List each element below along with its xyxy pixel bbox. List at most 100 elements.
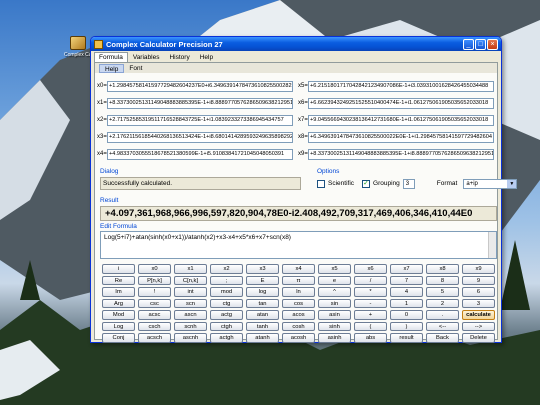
key-8-button[interactable]: 8 <box>426 275 459 285</box>
key-sym-4-7-button[interactable]: + <box>354 310 387 320</box>
variable-input[interactable]: +8.33730025131149048883885395E-1+i8.8889… <box>308 148 494 160</box>
key-abs-button[interactable]: abs <box>354 333 387 343</box>
key-9-button[interactable]: 9 <box>462 275 495 285</box>
tab-history[interactable]: History <box>164 52 194 62</box>
key-mod-button[interactable]: Mod <box>102 310 135 320</box>
key-2-button[interactable]: 2 <box>426 298 459 308</box>
key-sym-3-7-button[interactable]: - <box>354 298 387 308</box>
desktop-app-icon[interactable]: Complex Cal... <box>64 36 97 58</box>
key-sin-button[interactable]: sin <box>318 298 351 308</box>
key-i-button[interactable]: i <box>102 264 135 274</box>
variable-input[interactable]: +2.17621156185440268136513424E-1+i8.6801… <box>107 131 293 143</box>
key-tanh-button[interactable]: tanh <box>246 321 279 331</box>
key-acosh-button[interactable]: acosh <box>282 333 315 343</box>
tab-formula[interactable]: Formula <box>94 52 128 62</box>
variable-input[interactable]: +9.0455669430238136412731680E-1+i1.06127… <box>308 114 494 126</box>
key-x7-button[interactable]: x7 <box>390 264 423 274</box>
variable-input[interactable]: +2.71752585319511716528843725E-1+i1.0839… <box>107 114 293 126</box>
formula-scrollbar[interactable] <box>488 232 496 258</box>
tab-variables[interactable]: Variables <box>128 52 165 62</box>
tab-help[interactable]: Help <box>195 52 218 62</box>
key-result-button[interactable]: result <box>390 333 423 343</box>
key-tan-button[interactable]: tan <box>246 298 279 308</box>
menu-help[interactable]: Help <box>99 64 125 73</box>
key-x3-button[interactable]: x3 <box>246 264 279 274</box>
menu-font[interactable]: Font <box>124 64 147 73</box>
close-button[interactable]: × <box>487 38 498 50</box>
key-asinh-button[interactable]: asinh <box>318 333 351 343</box>
key-arg-button[interactable]: Arg <box>102 298 135 308</box>
key-scnh-button[interactable]: scnh <box>174 321 207 331</box>
key-sym-1-3-button[interactable]: ; <box>210 275 243 285</box>
key-1-button[interactable]: 1 <box>390 298 423 308</box>
key-5-button[interactable]: 5 <box>426 287 459 297</box>
key-int-button[interactable]: int <box>174 287 207 297</box>
key-sym-1-7-button[interactable]: / <box>354 275 387 285</box>
key-sym-2-6-button[interactable]: ^ <box>318 287 351 297</box>
key-log-button[interactable]: Log <box>102 321 135 331</box>
key-scn-button[interactable]: scn <box>174 298 207 308</box>
key-x6-button[interactable]: x6 <box>354 264 387 274</box>
grouping-checkbox[interactable]: ✓ <box>362 179 371 188</box>
key-back-button[interactable]: Back <box>426 333 459 343</box>
key-p-n-k-button[interactable]: P[n,k] <box>138 275 171 285</box>
minimize-button[interactable]: _ <box>463 38 474 50</box>
key-0-button[interactable]: 0 <box>390 310 423 320</box>
key-acsch-button[interactable]: acsch <box>138 333 171 343</box>
key-x2-button[interactable]: x2 <box>210 264 243 274</box>
key-atanh-button[interactable]: atanh <box>246 333 279 343</box>
key-ctg-button[interactable]: ctg <box>210 298 243 308</box>
key-delete-button[interactable]: Delete <box>462 333 495 343</box>
variable-input[interactable]: +6.21518017170428421234907086E-1+i3.0393… <box>308 80 494 92</box>
key-x8-button[interactable]: x8 <box>426 264 459 274</box>
key-x5-button[interactable]: x5 <box>318 264 351 274</box>
key-sym-5-10-button[interactable]: --> <box>462 321 495 331</box>
key-cosh-button[interactable]: cosh <box>282 321 315 331</box>
key-acos-button[interactable]: acos <box>282 310 315 320</box>
key-x1-button[interactable]: x1 <box>174 264 207 274</box>
key-atan-button[interactable]: atan <box>246 310 279 320</box>
key-4-button[interactable]: 4 <box>390 287 423 297</box>
key-csc-button[interactable]: csc <box>138 298 171 308</box>
key-acsc-button[interactable]: acsc <box>138 310 171 320</box>
key-ctgh-button[interactable]: ctgh <box>210 321 243 331</box>
key-x9-button[interactable]: x9 <box>462 264 495 274</box>
key-sym-5-7-button[interactable]: ( <box>354 321 387 331</box>
key-sym-2-1-button[interactable]: ! <box>138 287 171 297</box>
key-calculate-button[interactable]: calculate <box>462 310 495 320</box>
key-log-button[interactable]: log <box>246 287 279 297</box>
key-c-n-k-button[interactable]: C[n,k] <box>174 275 207 285</box>
key-sym-1-5-button[interactable]: π <box>282 275 315 285</box>
format-select[interactable]: a+ip ▼ <box>463 178 518 189</box>
key-ascnh-button[interactable]: ascnh <box>174 333 207 343</box>
key-ascn-button[interactable]: ascn <box>174 310 207 320</box>
maximize-button[interactable]: □ <box>475 38 486 50</box>
key-3-button[interactable]: 3 <box>462 298 495 308</box>
key-asin-button[interactable]: asin <box>318 310 351 320</box>
key-csch-button[interactable]: csch <box>138 321 171 331</box>
variable-input[interactable]: +4.9833703055518678521380599E-1+i5.91083… <box>107 148 293 160</box>
key-e-button[interactable]: e <box>318 275 351 285</box>
key-e-button[interactable]: E <box>246 275 279 285</box>
key-sym-5-8-button[interactable]: ) <box>390 321 423 331</box>
variable-input[interactable]: +8.33730025131149048883885395E-1+i8.8889… <box>107 97 293 109</box>
key-x4-button[interactable]: x4 <box>282 264 315 274</box>
variable-input[interactable]: +1.29845758141597729482604237E0+i6.34963… <box>107 80 293 92</box>
key-sym-5-9-button[interactable]: <-- <box>426 321 459 331</box>
grouping-spinner[interactable]: 3 <box>402 178 415 189</box>
key-im-button[interactable]: Im <box>102 287 135 297</box>
title-bar[interactable]: Complex Calculator Precision 27 _ □ × <box>91 37 501 51</box>
variable-input[interactable]: +6.3496391478473610825500022E0E-1+i1.298… <box>308 131 494 143</box>
key-mod-button[interactable]: mod <box>210 287 243 297</box>
key-actgh-button[interactable]: actgh <box>210 333 243 343</box>
key-conj-button[interactable]: Conj <box>102 333 135 343</box>
key-6-button[interactable]: 6 <box>462 287 495 297</box>
key-x0-button[interactable]: x0 <box>138 264 171 274</box>
key-sinh-button[interactable]: sinh <box>318 321 351 331</box>
key-sym-4-9-button[interactable]: . <box>426 310 459 320</box>
key-re-button[interactable]: Re <box>102 275 135 285</box>
key-cos-button[interactable]: cos <box>282 298 315 308</box>
key-sym-2-7-button[interactable]: * <box>354 287 387 297</box>
formula-input[interactable]: Log(5+i7)+atan(sinh(x0+x1))/atanh(x2)+x3… <box>100 231 497 259</box>
variable-input[interactable]: +6.6623943249251525510400474E-1+i1.06127… <box>308 97 494 109</box>
